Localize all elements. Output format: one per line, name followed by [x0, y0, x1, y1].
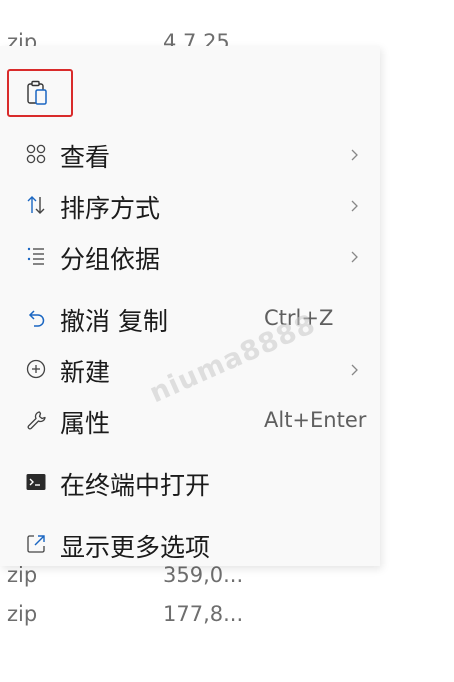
- share-external-icon: [25, 533, 47, 555]
- file-size: 177,8...: [163, 602, 244, 626]
- context-menu: 查看 排序方式 分组依据 撤消 复制 Ctrl+Z 新建 属性 Alt+Ente…: [0, 46, 380, 566]
- menu-item-view[interactable]: 查看: [0, 130, 380, 178]
- file-ext: zip: [7, 602, 38, 626]
- menu-item-label: 属性: [60, 409, 111, 438]
- menu-item-label: 显示更多选项: [60, 533, 211, 562]
- file-row[interactable]: zip 4,7.25...: [0, 24, 454, 46]
- shortcut-text: Alt+Enter: [264, 408, 367, 432]
- file-size: 4,7.25...: [163, 30, 250, 46]
- menu-item-label: 分组依据: [60, 245, 161, 274]
- new-plus-icon: [25, 358, 47, 380]
- terminal-icon: [25, 471, 47, 493]
- chevron-right-icon: [349, 198, 361, 212]
- menu-item-properties[interactable]: 属性 Alt+Enter: [0, 396, 380, 444]
- menu-item-label: 撤消 复制: [60, 307, 168, 336]
- view-grid-icon: [25, 143, 47, 165]
- menu-item-undo-copy[interactable]: 撤消 复制 Ctrl+Z: [0, 294, 380, 342]
- paste-clipboard-icon: [26, 80, 50, 110]
- menu-item-show-more-options[interactable]: 显示更多选项: [0, 520, 380, 568]
- menu-item-label: 在终端中打开: [60, 471, 211, 500]
- shortcut-text: Ctrl+Z: [264, 306, 334, 330]
- chevron-right-icon: [349, 147, 361, 161]
- sort-arrows-icon: [25, 194, 47, 216]
- group-list-icon: [25, 245, 47, 267]
- undo-icon: [25, 307, 47, 329]
- file-row[interactable]: zip 177,8...: [0, 602, 454, 632]
- menu-item-group-by[interactable]: 分组依据: [0, 232, 380, 280]
- file-ext: zip: [7, 30, 38, 46]
- explorer-window: zip 4,7.25... zip 359,0... zip 177,8...: [0, 0, 454, 682]
- menu-item-sort[interactable]: 排序方式: [0, 181, 380, 229]
- menu-item-label: 查看: [60, 143, 111, 172]
- menu-item-label: 排序方式: [60, 194, 161, 223]
- menu-item-open-terminal[interactable]: 在终端中打开: [0, 458, 380, 506]
- paste-button[interactable]: [7, 69, 73, 117]
- menu-item-new[interactable]: 新建: [0, 345, 380, 393]
- chevron-right-icon: [349, 249, 361, 263]
- wrench-icon: [25, 409, 47, 431]
- chevron-right-icon: [349, 362, 361, 376]
- menu-item-label: 新建: [60, 358, 111, 387]
